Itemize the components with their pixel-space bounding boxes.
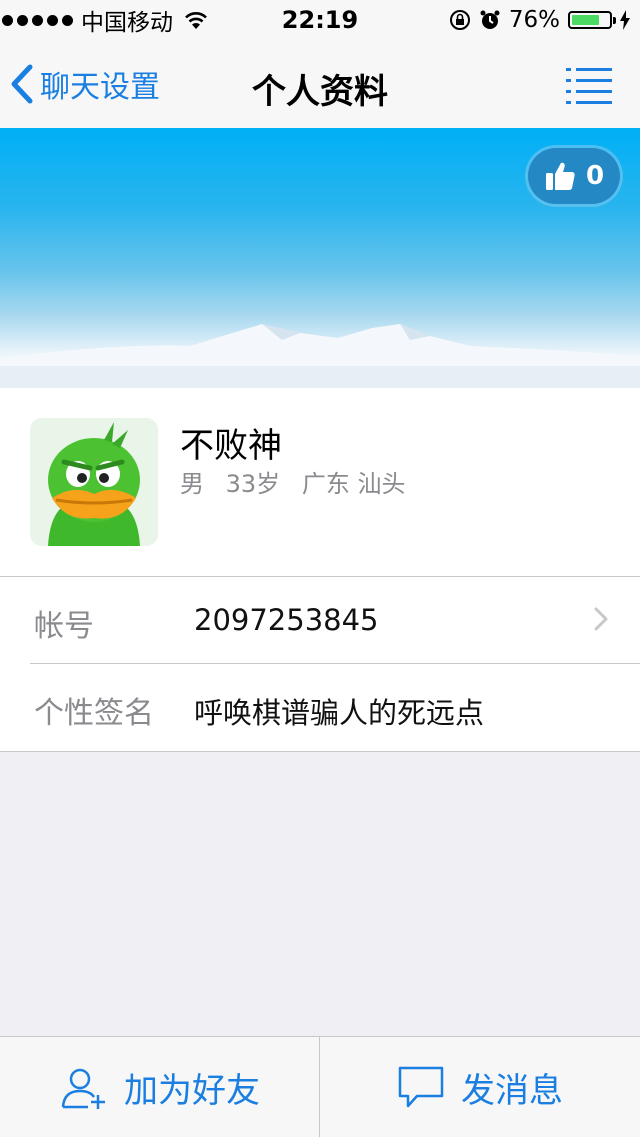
add-user-icon (61, 1068, 105, 1109)
page-title: 个人资料 (252, 72, 388, 112)
account-value: 2097253845 (194, 603, 379, 637)
avatar[interactable] (30, 418, 158, 546)
add-friend-label: 加为好友 (124, 1070, 260, 1111)
account-row[interactable]: 帐号 2097253845 (0, 577, 640, 663)
like-button[interactable]: 0 (528, 148, 620, 204)
chevron-right-icon (594, 607, 608, 631)
status-right: 76% (449, 6, 630, 34)
rotation-lock-icon (449, 10, 470, 30)
thumbs-up-icon (545, 162, 575, 190)
charging-icon (620, 10, 630, 30)
alarm-icon (480, 10, 500, 29)
profile-age: 33岁 (225, 470, 281, 498)
chat-bubble-icon (398, 1066, 444, 1108)
profile-gender: 男 (180, 470, 204, 498)
profile-location: 广东 汕头 (301, 470, 406, 498)
cover-banner: 0 (0, 128, 640, 388)
add-friend-button[interactable]: 加为好友 (0, 1037, 320, 1137)
profile-info: 男 33岁 广东 汕头 (180, 464, 419, 499)
status-bar: 中国移动 22:19 76% (0, 0, 640, 40)
signature-label: 个性签名 (34, 696, 154, 731)
bottom-action-bar: 加为好友 发消息 (0, 1036, 640, 1137)
account-label: 帐号 (34, 609, 94, 644)
profile-card: 不败神 男 33岁 广东 汕头 (0, 388, 640, 577)
like-count: 0 (585, 161, 605, 191)
list-menu-icon[interactable] (566, 66, 612, 104)
signature-row: 个性签名 呼唤棋谱骗人的死远点 (0, 664, 640, 750)
battery-icon (568, 11, 616, 29)
profile-name: 不败神 (180, 426, 282, 466)
battery-fill (572, 15, 599, 25)
battery-percent: 76% (508, 7, 560, 33)
duck-avatar-image (30, 418, 158, 546)
signature-value: 呼唤棋谱骗人的死远点 (194, 696, 485, 730)
send-message-button[interactable]: 发消息 (320, 1037, 640, 1137)
send-message-label: 发消息 (461, 1070, 563, 1111)
detail-list: 帐号 2097253845 个性签名 呼唤棋谱骗人的死远点 (0, 577, 640, 752)
navigation-bar: 聊天设置 个人资料 (0, 40, 640, 129)
